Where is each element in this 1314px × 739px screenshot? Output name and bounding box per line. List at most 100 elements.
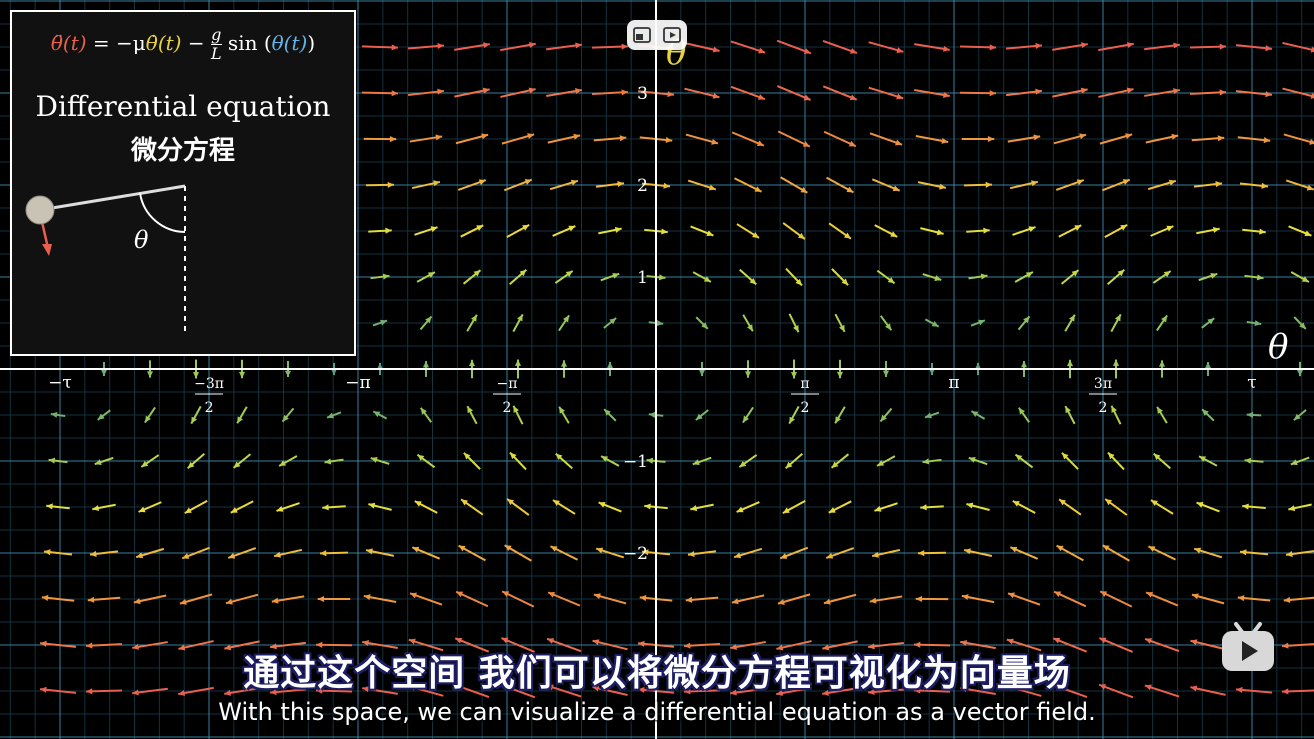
vector-arrow (363, 136, 397, 143)
floating-controls (627, 20, 687, 50)
vector-arrow (914, 43, 950, 52)
vector-arrow (959, 90, 997, 97)
vector-arrow (684, 87, 720, 99)
vector-arrow (915, 595, 949, 602)
force-arrow-head (42, 244, 52, 256)
vector-arrow (1193, 181, 1223, 188)
y-tick-label: 1 (637, 268, 648, 288)
vector-arrow (46, 503, 70, 510)
vector-arrow (365, 548, 395, 557)
vector-arrow (959, 44, 997, 51)
vector-arrow (731, 594, 765, 605)
pendulum-rod (39, 184, 186, 212)
vector-arrow (963, 548, 993, 558)
x-tick-label: −τ (48, 373, 72, 393)
vector-arrow (1196, 226, 1220, 235)
x-tick-numerator: 3π (1094, 376, 1112, 392)
y-tick-label: 3 (637, 84, 648, 104)
x-tick-label: π (948, 373, 959, 393)
subtitle-chinese: 通过这个空间 我们可以将微分方程可视化为向量场 (243, 653, 1071, 694)
picture-in-picture-icon[interactable] (632, 25, 652, 45)
x-tick-numerator: −3π (194, 376, 224, 392)
vector-arrow (1242, 228, 1266, 235)
vector-arrow (961, 594, 995, 604)
vector-arrow (361, 44, 399, 51)
x-tick-numerator: π (800, 376, 809, 392)
vector-arrow (455, 133, 489, 145)
vector-arrow (1009, 180, 1039, 190)
vector-arrow (411, 180, 441, 190)
vector-arrow (546, 88, 582, 97)
vector-arrow (407, 42, 445, 50)
vector-arrow (920, 504, 944, 511)
vector-arrow (1098, 41, 1134, 52)
vector-arrow (363, 594, 397, 603)
vector-arrow (593, 593, 627, 605)
vector-arrow (1288, 503, 1312, 512)
subtitle-english: With this space, we can visualize a diff… (218, 698, 1096, 726)
vector-arrow (961, 135, 995, 143)
vector-arrow (408, 88, 444, 97)
equation-inset-panel: θ̈(t) = −μθ̇(t) − gL sin (θ(t)) Differen… (10, 10, 356, 356)
vector-arrow (409, 134, 443, 143)
vector-arrow (1282, 87, 1314, 99)
vector-arrow (273, 548, 303, 558)
vector-arrow (871, 548, 901, 558)
pendulum-bob (25, 195, 55, 225)
vector-arrow (595, 180, 625, 188)
vector-arrow (1244, 457, 1264, 464)
vector-arrow (1191, 135, 1225, 142)
vector-arrow (1007, 134, 1041, 143)
vector-arrow (322, 504, 346, 511)
vector-arrow (1239, 182, 1269, 189)
x-tick-label: τ (1247, 373, 1256, 393)
vector-arrow (133, 594, 167, 605)
vector-arrow (549, 179, 579, 191)
bilibili-tv-icon[interactable] (1220, 622, 1276, 672)
vector-arrow (368, 502, 392, 511)
y-tick-label: 2 (637, 176, 648, 196)
vector-arrow (733, 547, 763, 559)
vector-arrow (868, 86, 904, 100)
vector-arrow (1053, 133, 1087, 145)
vector-arrow (1144, 42, 1180, 51)
x-tick-denominator: 2 (503, 400, 512, 416)
y-tick-label: −1 (623, 452, 648, 472)
vector-arrow (1239, 549, 1269, 556)
vector-arrow (1285, 550, 1314, 558)
vector-arrow (685, 133, 719, 145)
vector-arrow (317, 595, 351, 603)
vector-arrow (1145, 133, 1179, 144)
vector-arrow (546, 42, 582, 51)
vector-arrow (454, 42, 490, 51)
vector-arrow (361, 90, 399, 97)
vector-arrow (963, 181, 993, 188)
x-tick-denominator: 2 (801, 400, 810, 416)
vector-arrow (50, 411, 66, 418)
x-tick-denominator: 2 (205, 400, 214, 416)
vector-arrow (89, 550, 119, 557)
vector-arrow (92, 503, 116, 512)
vector-arrow (917, 181, 947, 190)
vector-arrow (687, 550, 717, 558)
vector-arrow (1191, 593, 1225, 605)
x-tick-label: −π (345, 373, 370, 393)
vector-arrow (914, 88, 950, 98)
vector-arrow (593, 135, 627, 142)
vector-arrow (365, 181, 395, 188)
vector-arrow (1144, 88, 1180, 97)
vector-arrow (1246, 411, 1262, 418)
vector-arrow (966, 227, 990, 234)
x-tick-denominator: 2 (1099, 400, 1108, 416)
vector-arrow (685, 596, 719, 603)
vector-arrow (591, 43, 629, 50)
vector-arrow (1237, 595, 1271, 602)
vector-arrow (1189, 89, 1227, 96)
angle-label: θ (134, 226, 149, 254)
video-icon[interactable] (662, 25, 682, 45)
pendulum-diagram: θ (25, 184, 186, 334)
vector-arrow (500, 41, 536, 52)
vector-arrow (915, 135, 949, 144)
vector-arrow (454, 87, 490, 98)
vector-arrow (1099, 133, 1133, 145)
